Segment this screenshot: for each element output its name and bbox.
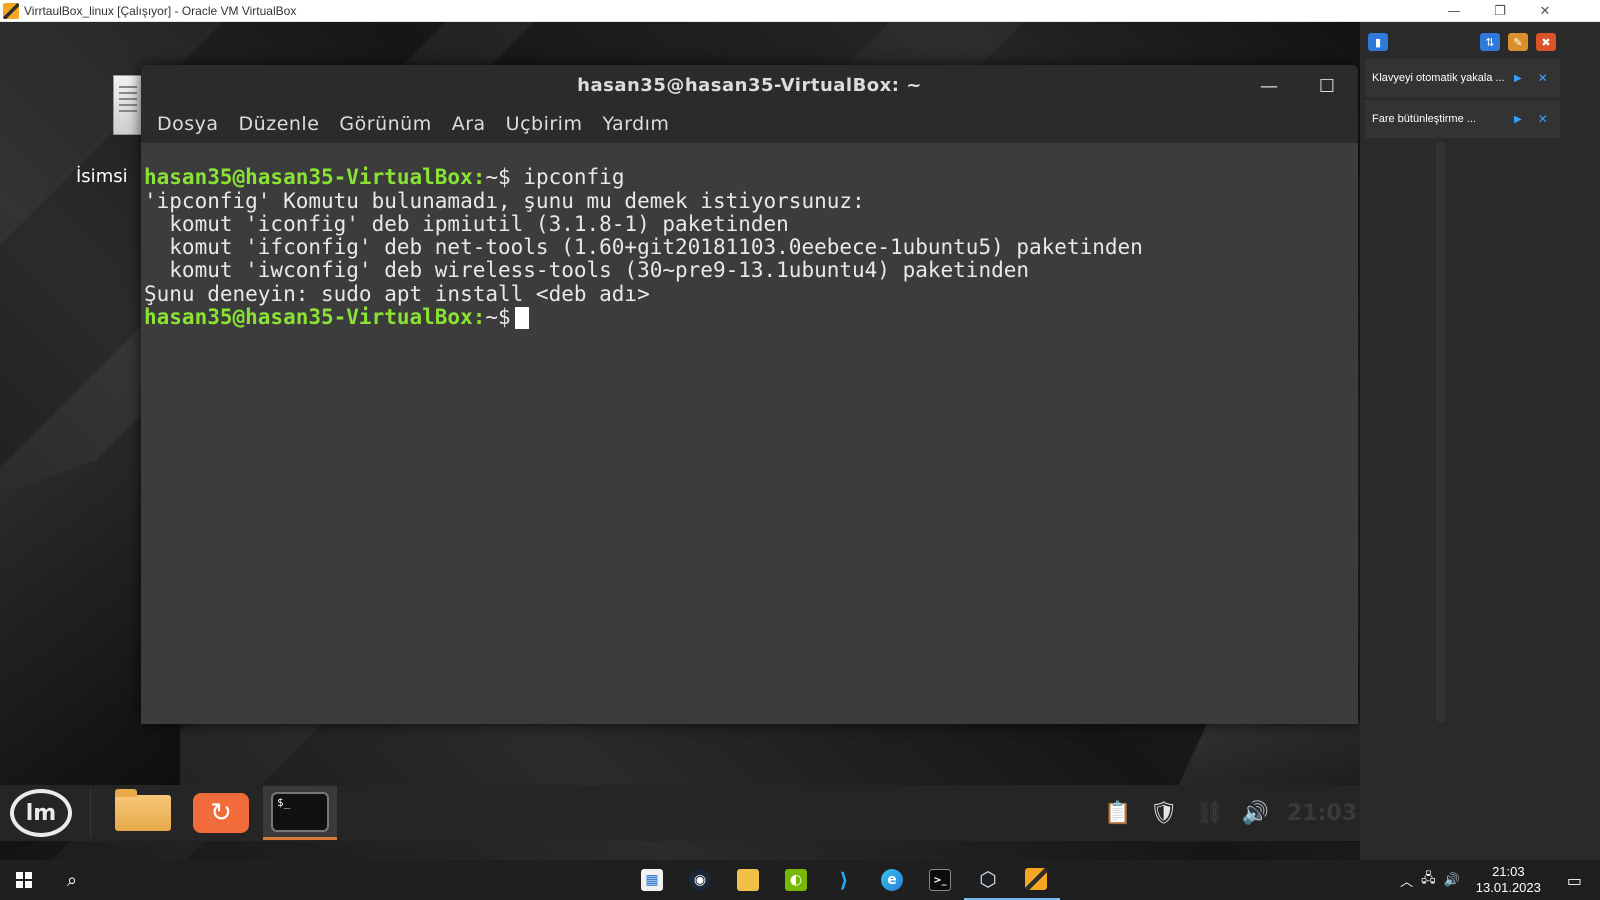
notification-text: Klavyeyi otomatik yakala ... xyxy=(1372,72,1505,84)
windows-taskbar: ⌕ ▦ ◉ ◐ ⟩ e >_ ⬡ ︿ 🖧 🔊 21:03 13.01.2023 … xyxy=(0,860,1600,900)
terminal-title: hasan35@hasan35-VirtualBox: ~ xyxy=(577,74,922,96)
terminal-prompt-path: ~$ xyxy=(485,305,511,330)
notification-text: Fare bütünleştirme ... xyxy=(1372,113,1476,125)
side-scrollbar[interactable] xyxy=(1436,142,1446,722)
terminal-command: ipconfig xyxy=(523,165,625,190)
terminal-line: komut 'iconfig' deb ipmiutil (3.1.8-1) p… xyxy=(144,211,789,236)
terminal-line: Şunu deneyin: sudo apt install <deb adı> xyxy=(144,281,650,306)
virtualbox-app[interactable]: ⬡ xyxy=(964,860,1012,900)
restore-button[interactable]: ❐ xyxy=(1477,0,1523,22)
folder-icon[interactable] xyxy=(115,789,171,831)
terminal-minimize-button[interactable]: — xyxy=(1254,71,1284,101)
action-center-icon[interactable]: ▭ xyxy=(1567,871,1582,890)
terminal-line: hasan35@hasan35-VirtualBox:~$ xyxy=(144,305,1358,330)
update-manager-icon[interactable]: ↻ xyxy=(193,793,249,833)
minimize-button[interactable]: — xyxy=(1431,0,1477,22)
nvidia-icon: ◐ xyxy=(785,869,807,891)
network-icon[interactable]: 🖧 xyxy=(1421,869,1436,891)
host-window-title: VirrtaulBox_linux [Çalışıyor] - Oracle V… xyxy=(24,3,297,18)
terminal-line: komut 'ifconfig' deb net-tools (1.60+git… xyxy=(144,235,1143,260)
notification-close-icon[interactable]: ✕ xyxy=(1538,112,1548,126)
edge-icon: e xyxy=(881,869,903,891)
terminal-prompt-path: ~$ xyxy=(485,165,511,190)
windows-clock[interactable]: 21:03 13.01.2023 xyxy=(1472,864,1545,896)
menu-ara[interactable]: Ara xyxy=(452,113,486,135)
search-icon[interactable]: ⌕ xyxy=(48,860,96,900)
terminal-launcher[interactable]: $_ xyxy=(263,786,337,840)
terminal-line: hasan35@hasan35-VirtualBox:~$ ipconfig xyxy=(144,166,1358,189)
terminal-icon: $_ xyxy=(271,791,329,832)
close-button[interactable]: ✕ xyxy=(1522,0,1568,22)
network-icon[interactable]: ⛓ xyxy=(1196,801,1224,826)
windows-logo-icon xyxy=(16,872,32,888)
mint-panel: lm ↻ $_ 📋 🛡 ⛓ 🔊 21:03 xyxy=(0,785,1387,841)
windows-date: 13.01.2023 xyxy=(1475,880,1541,895)
host-titlebar: VirrtaulBox_linux [Çalışıyor] - Oracle V… xyxy=(0,0,1600,22)
nvidia-app[interactable]: ◐ xyxy=(772,860,820,900)
terminal-prompt: hasan35@hasan35-VirtualBox: xyxy=(144,165,486,190)
edge-app[interactable]: e xyxy=(868,860,916,900)
virtualbox-icon: ⬡ xyxy=(979,867,997,891)
message-icon[interactable]: ▮ xyxy=(1368,33,1388,51)
menu-dosya[interactable]: Dosya xyxy=(157,113,219,135)
dismiss-all-icon[interactable]: ✖ xyxy=(1536,33,1556,51)
virtualbox-app-icon xyxy=(3,2,19,19)
menu-duzenle[interactable]: Düzenle xyxy=(239,113,320,135)
menu-ucbirim[interactable]: Uçbirim xyxy=(506,113,583,135)
notification-keyboard[interactable]: Klavyeyi otomatik yakala ... ▶ ✕ xyxy=(1365,59,1560,97)
terminal-line: komut 'iwconfig' deb wireless-tools (30~… xyxy=(144,258,1030,283)
virtualbox-vm-icon xyxy=(1025,868,1047,890)
terminal-prompt: hasan35@hasan35-VirtualBox: xyxy=(144,305,486,330)
menu-yardim[interactable]: Yardım xyxy=(602,113,669,135)
terminal-cursor xyxy=(514,307,529,330)
clipboard-icon[interactable]: 📋 xyxy=(1104,801,1131,826)
panel-separator xyxy=(90,789,91,837)
pin-icon[interactable]: ✎ xyxy=(1508,33,1528,51)
mint-clock[interactable]: 21:03 xyxy=(1287,801,1357,826)
sort-icon[interactable]: ⇅ xyxy=(1480,33,1500,51)
terminal-app[interactable]: >_ xyxy=(916,860,964,900)
volume-icon[interactable]: 🔊 xyxy=(1444,873,1460,888)
terminal-titlebar[interactable]: hasan35@hasan35-VirtualBox: ~ — ☐ xyxy=(141,65,1358,105)
file-explorer-app[interactable] xyxy=(724,860,772,900)
chevron-up-icon[interactable]: ︿ xyxy=(1400,871,1413,890)
windows-start-button[interactable] xyxy=(0,860,48,900)
file-explorer-icon xyxy=(737,869,759,891)
desktop-file-label[interactable]: İsimsi xyxy=(76,166,128,187)
steam-app[interactable]: ◉ xyxy=(676,860,724,900)
vm-display[interactable]: İsimsi hasan35@hasan35-VirtualBox: ~ — ☐… xyxy=(0,22,1387,860)
notification-settings-icon[interactable]: ▶ xyxy=(1514,114,1522,125)
side-toolbar: ▮ ⇅ ✎ ✖ xyxy=(1360,22,1600,62)
terminal-line: 'ipconfig' Komutu bulunamadı, şunu mu de… xyxy=(144,188,865,213)
store-icon: ▦ xyxy=(641,869,663,891)
notification-close-icon[interactable]: ✕ xyxy=(1538,71,1548,85)
terminal-output[interactable]: hasan35@hasan35-VirtualBox:~$ ipconfig'i… xyxy=(141,143,1358,376)
terminal-window[interactable]: hasan35@hasan35-VirtualBox: ~ — ☐ Dosya … xyxy=(141,65,1358,724)
mint-menu-icon[interactable]: lm xyxy=(10,789,72,837)
terminal-menubar: Dosya Düzenle Görünüm Ara Uçbirim Yardım xyxy=(141,105,1358,143)
notification-mouse[interactable]: Fare bütünleştirme ... ▶ ✕ xyxy=(1365,100,1560,138)
terminal-maximize-button[interactable]: ☐ xyxy=(1312,71,1342,101)
windows-tray: ︿ 🖧 🔊 21:03 13.01.2023 ▭ xyxy=(1396,860,1600,900)
notification-side-panel: ▮ ⇅ ✎ ✖ Klavyeyi otomatik yakala ... ▶ ✕… xyxy=(1360,22,1600,860)
terminal-icon: >_ xyxy=(929,869,951,891)
notification-settings-icon[interactable]: ▶ xyxy=(1514,73,1522,84)
store-app[interactable]: ▦ xyxy=(628,860,676,900)
mint-tray: 📋 🛡 ⛓ 🔊 21:03 xyxy=(1104,785,1387,841)
steam-icon: ◉ xyxy=(689,869,711,891)
vscode-icon: ⟩ xyxy=(839,868,849,892)
menu-gorunum[interactable]: Görünüm xyxy=(339,113,431,135)
desktop-file-icon[interactable] xyxy=(113,75,143,135)
volume-icon[interactable]: 🔊 xyxy=(1242,801,1269,826)
shield-icon[interactable]: 🛡 xyxy=(1150,801,1178,826)
windows-time: 21:03 xyxy=(1492,864,1525,879)
vscode-app[interactable]: ⟩ xyxy=(820,860,868,900)
virtualbox-vm-app[interactable] xyxy=(1012,860,1060,900)
